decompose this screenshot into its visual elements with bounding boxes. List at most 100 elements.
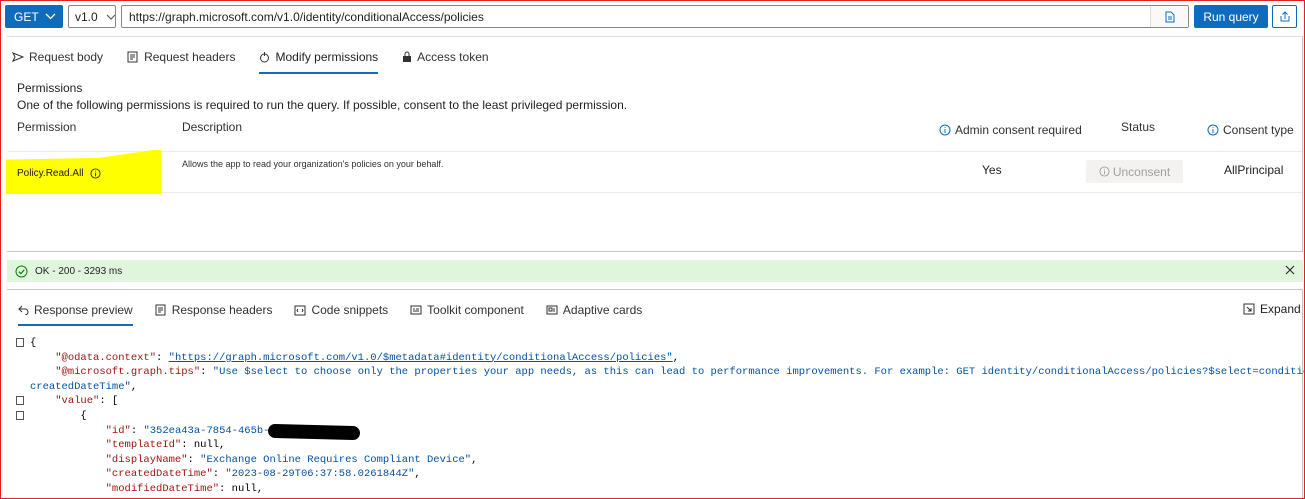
column-label: Status <box>1121 120 1156 134</box>
code-token: "@microsoft.graph.tips" <box>55 366 201 379</box>
code-token: : <box>200 366 213 379</box>
code-line-text: "value": [ <box>30 394 118 409</box>
back-arrow-icon <box>18 305 29 315</box>
unconsent-button[interactable]: Unconsent <box>1086 160 1183 183</box>
url-input[interactable]: https://graph.microsoft.com/v1.0/identit… <box>121 5 1189 28</box>
code-line-text: createdDateTime", <box>30 380 137 395</box>
code-token: "createdDateTime" <box>105 468 213 481</box>
code-line: "templateId": null, <box>0 438 1300 453</box>
code-token: : <box>130 424 144 437</box>
column-label: Permission <box>17 120 77 134</box>
code-token: , <box>672 351 680 364</box>
info-icon[interactable] <box>939 124 951 136</box>
share-button[interactable] <box>1272 5 1297 28</box>
url-text: https://graph.microsoft.com/v1.0/identit… <box>129 9 484 24</box>
tab-request-headers[interactable]: Request headers <box>127 46 235 68</box>
http-method-dropdown[interactable]: GET <box>5 5 63 28</box>
code-token: : [ <box>99 395 119 408</box>
code-line: "createdDateTime": "2023-08-29T06:37:58.… <box>0 467 1300 482</box>
code-line-text: "displayName": "Exchange Online Requires… <box>30 453 478 468</box>
tab-access-token[interactable]: Access token <box>402 46 489 68</box>
permissions-subtitle: One of the following permissions is requ… <box>17 98 628 112</box>
code-token: "modifiedDateTime" <box>105 482 220 495</box>
permissions-icon <box>259 51 270 63</box>
code-icon <box>294 304 306 316</box>
code-token: "352ea43a-7854-465b-869 <box>143 424 289 437</box>
tab-adaptive-cards[interactable]: Adaptive cards <box>546 299 642 321</box>
fold-toggle-icon[interactable] <box>16 410 24 420</box>
code-line: "modifiedDateTime": null, <box>0 482 1300 497</box>
expand-button[interactable]: Expand <box>1243 302 1301 316</box>
headers-icon <box>155 304 167 316</box>
code-token: { <box>30 409 87 422</box>
code-token: createdDateTime" <box>30 380 131 393</box>
permission-name: Policy.Read.All <box>17 168 101 179</box>
column-header-admin-consent: Admin consent required <box>939 123 1082 137</box>
response-json-viewer: { "@odata.context": "https://graph.micro… <box>0 336 1305 497</box>
tab-code-snippets[interactable]: Code snippets <box>294 299 388 321</box>
code-line-text: { <box>30 336 36 351</box>
permissions-title: Permissions <box>17 81 83 95</box>
api-version-dropdown[interactable]: v1.0 <box>68 5 116 28</box>
tab-toolkit-component[interactable]: Toolkit component <box>410 299 524 321</box>
code-token: "value" <box>55 395 100 408</box>
tab-label: Adaptive cards <box>562 303 643 317</box>
toolkit-icon <box>410 305 422 316</box>
chevron-down-icon <box>106 14 116 20</box>
unconsent-label: Unconsent <box>1112 164 1171 179</box>
info-icon[interactable] <box>89 168 101 179</box>
code-token: "Exchange Online Requires Compliant Devi… <box>200 453 472 466</box>
fold-toggle-icon[interactable] <box>16 396 24 406</box>
code-line-text: "@odata.context": "https://graph.microso… <box>30 351 679 366</box>
code-token: "id" <box>105 424 131 437</box>
code-token: { <box>30 337 37 349</box>
column-header-permission: Permission <box>17 120 76 134</box>
tab-request-body[interactable]: Request body <box>12 46 103 68</box>
consent-type-value: AllPrincipal <box>1224 163 1284 177</box>
headers-icon <box>127 51 139 63</box>
permission-name-text: Policy.Read.All <box>17 168 84 179</box>
tab-modify-permissions[interactable]: Modify permissions <box>259 46 378 74</box>
expand-icon <box>1243 303 1255 315</box>
http-method-label: GET <box>14 9 39 24</box>
card-icon <box>546 305 558 315</box>
code-token: , <box>130 380 138 393</box>
docs-button[interactable] <box>1150 6 1188 27</box>
column-header-consent-type: Consent type <box>1207 123 1294 137</box>
share-icon <box>1280 10 1289 21</box>
code-token: , <box>471 453 478 466</box>
close-icon[interactable] <box>1285 265 1295 275</box>
table-divider <box>8 151 1302 152</box>
code-token: : <box>156 351 169 364</box>
code-token: : <box>212 468 226 481</box>
tab-label: Access token <box>417 50 489 64</box>
info-icon[interactable] <box>1207 124 1219 136</box>
code-token: : <box>187 453 201 466</box>
code-line-text: "createdDateTime": "2023-08-29T06:37:58.… <box>30 467 421 482</box>
code-line-text: "modifiedDateTime": null, <box>30 482 264 497</box>
code-line: "@microsoft.graph.tips": "Use $select to… <box>0 365 1305 380</box>
column-header-status: Status <box>1121 120 1155 134</box>
tab-response-headers[interactable]: Response headers <box>155 299 272 321</box>
response-tabs: Response preview Response headers Code s… <box>18 299 664 327</box>
lock-icon <box>402 51 412 63</box>
code-token: "https://graph.microsoft.com/v1.0/$metad… <box>168 351 673 364</box>
code-token: "2023-08-29T06:37:58.0261844Z" <box>225 468 415 481</box>
tab-response-preview[interactable]: Response preview <box>18 299 133 326</box>
status-bar: OK - 200 - 3293 ms <box>7 260 1303 282</box>
status-text: OK - 200 - 3293 ms <box>35 265 123 277</box>
code-line: { <box>0 336 1300 351</box>
column-label: Description <box>182 120 243 134</box>
column-label: Admin consent required <box>955 123 1082 137</box>
fold-toggle-icon[interactable] <box>16 338 24 347</box>
admin-consent-value: Yes <box>982 163 1002 177</box>
permission-description: Allows the app to read your organization… <box>182 159 444 169</box>
code-line-text: "@microsoft.graph.tips": "Use $select to… <box>30 365 1305 380</box>
run-query-button[interactable]: Run query <box>1194 5 1268 28</box>
